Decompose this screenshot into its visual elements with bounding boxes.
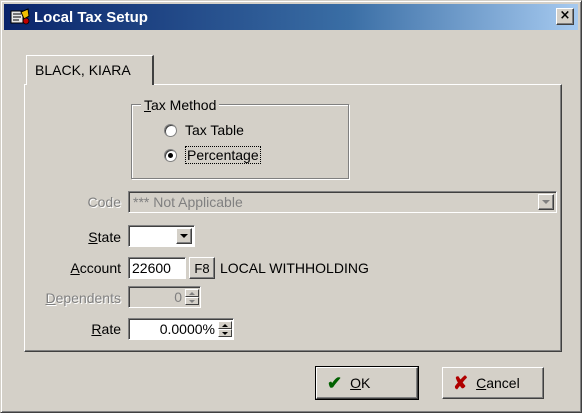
account-value: 22600 xyxy=(132,260,171,276)
f8-label: F8 xyxy=(194,260,210,276)
x-mark-icon: ✘ xyxy=(453,372,469,393)
radio-tax-table[interactable]: Tax Table xyxy=(164,122,244,138)
tab-label: BLACK, KIARA xyxy=(35,62,131,78)
dependents-value: 0 xyxy=(174,289,182,305)
account-input[interactable]: 22600 xyxy=(128,257,186,279)
state-dropdown-button[interactable] xyxy=(176,228,192,244)
chevron-down-icon xyxy=(222,331,228,335)
chevron-down-icon xyxy=(189,299,195,303)
spin-up-button[interactable] xyxy=(218,321,232,329)
ok-label: OK xyxy=(350,375,371,391)
code-label: Code xyxy=(87,194,121,210)
radio-button-checked[interactable] xyxy=(164,148,177,162)
spin-down-button xyxy=(185,297,199,305)
account-label: Account xyxy=(70,260,121,276)
tax-method-legend: Tax Method xyxy=(141,97,220,113)
code-value: *** Not Applicable xyxy=(133,194,243,210)
state-label: State xyxy=(88,229,121,245)
tab-employee[interactable]: BLACK, KIARA xyxy=(26,55,154,85)
rate-label: Rate xyxy=(91,321,121,337)
spin-down-button[interactable] xyxy=(218,329,232,337)
dependents-spinner xyxy=(185,289,199,305)
app-icon xyxy=(10,8,30,26)
chevron-up-icon xyxy=(189,291,195,295)
dependents-label: Dependents xyxy=(45,290,121,306)
checkmark-icon: ✔ xyxy=(327,372,343,393)
cancel-label: Cancel xyxy=(476,375,520,391)
radio-label: Percentage xyxy=(185,146,261,164)
title-bar[interactable]: Local Tax Setup × xyxy=(4,4,578,30)
chevron-up-icon xyxy=(222,323,228,327)
rate-value: 0.0000% xyxy=(159,321,215,337)
chevron-down-icon xyxy=(542,200,550,204)
radio-percentage[interactable]: Percentage xyxy=(164,146,261,164)
account-description: LOCAL WITHHOLDING xyxy=(220,260,369,276)
close-button[interactable]: × xyxy=(556,8,574,25)
code-dropdown-button xyxy=(538,194,554,210)
rate-spinner[interactable] xyxy=(218,321,232,337)
local-tax-setup-dialog: Local Tax Setup × BLACK, KIARA Tax Metho… xyxy=(0,0,582,413)
tax-method-group xyxy=(131,104,349,179)
window-title: Local Tax Setup xyxy=(34,8,148,26)
spin-up-button xyxy=(185,289,199,297)
radio-label: Tax Table xyxy=(185,122,244,138)
code-combo: *** Not Applicable xyxy=(128,191,557,213)
radio-button[interactable] xyxy=(164,123,177,137)
account-lookup-button[interactable]: F8 xyxy=(189,257,215,279)
chevron-down-icon xyxy=(180,234,188,238)
close-icon: × xyxy=(559,8,571,23)
cancel-button[interactable]: ✘ Cancel xyxy=(442,367,544,399)
ok-button[interactable]: ✔ OK xyxy=(315,366,419,400)
